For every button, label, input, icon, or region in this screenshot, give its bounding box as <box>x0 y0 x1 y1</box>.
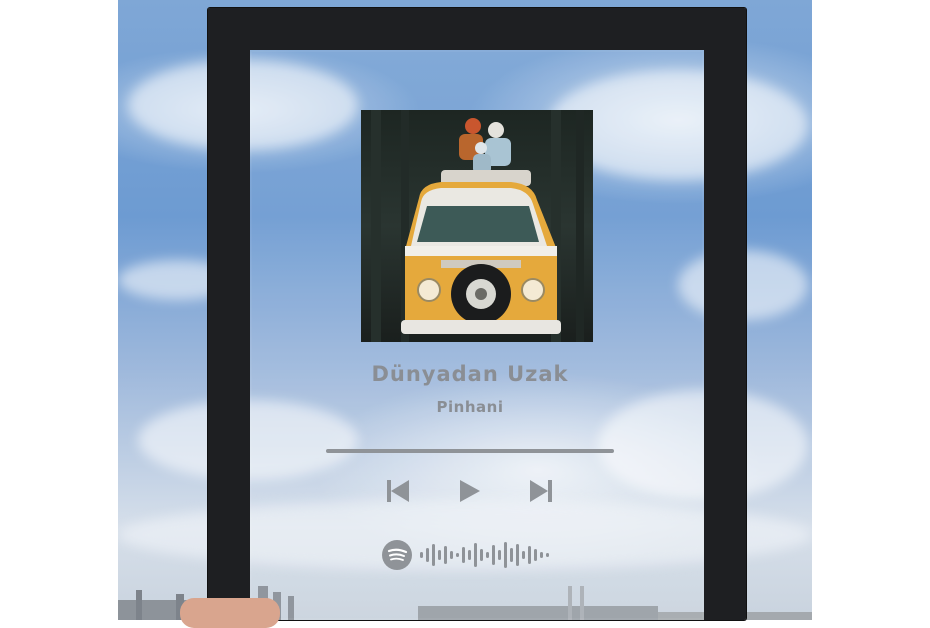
song-title: Dünyadan Uzak <box>371 362 569 386</box>
artist-name: Pinhani <box>436 398 504 416</box>
van-photo-illustration <box>371 110 584 342</box>
album-cover-photo <box>361 110 593 342</box>
progress-bar[interactable] <box>326 449 614 453</box>
spotify-scan-code[interactable] <box>420 540 552 570</box>
hand <box>180 598 280 628</box>
spotify-logo-icon <box>382 540 412 570</box>
play-icon[interactable] <box>457 478 483 504</box>
next-icon[interactable] <box>528 478 554 504</box>
previous-icon[interactable] <box>385 478 411 504</box>
